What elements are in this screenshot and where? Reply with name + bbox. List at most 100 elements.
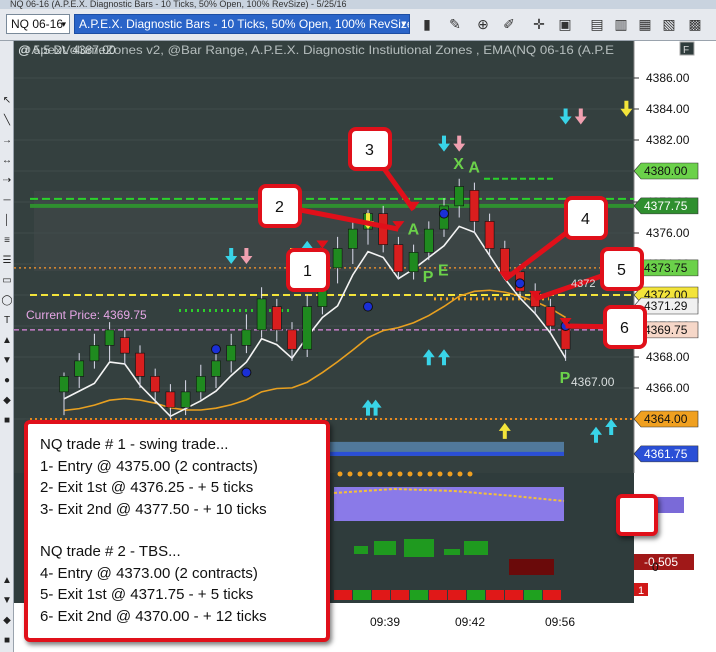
volume-dot	[387, 471, 393, 477]
bar-type-label: A.P.E.X. Diagnostic Bars - 10 Ticks, 50%…	[79, 17, 410, 31]
arrow-down-icon[interactable]: ▼	[1, 355, 13, 367]
color-bar-cell	[467, 590, 485, 600]
diamond-icon[interactable]: ◆	[1, 395, 13, 407]
x-tick-label: 09:56	[545, 615, 575, 629]
drawing-toolbar: ↖ ╲ → ↔ ⇢ ─ │ ≡ ☰ ▭ ◯ T ▲ ▼ ● ◆ ■ ▲ ▼ ◆ …	[0, 41, 14, 652]
volume-dot	[457, 471, 463, 477]
instrument-label: NQ 06-16	[11, 17, 64, 31]
trade2-exit2: 6- Exit 2nd @ 4370.00 - + 12 ticks	[40, 607, 267, 625]
candle-body	[287, 329, 297, 350]
candle-body	[196, 376, 206, 393]
entry-dot	[363, 301, 373, 312]
text-icon[interactable]: T	[1, 315, 13, 327]
toolbar: NQ 06-16 ▾ A.P.E.X. Diagnostic Bars - 10…	[0, 9, 716, 41]
color-bar-cell	[524, 590, 542, 600]
line-icon[interactable]: ╲	[1, 115, 13, 127]
bar-marker-letter: X	[453, 156, 464, 173]
volume-dot	[367, 471, 373, 477]
inline-price-label: 4372	[571, 278, 595, 290]
y-tick-label: 4368.00	[646, 350, 690, 364]
vertical-line-icon[interactable]: │	[1, 215, 13, 227]
arrow-up-green-icon[interactable]: ▲	[1, 575, 13, 587]
candle-body	[469, 190, 480, 222]
callout-number: 4	[581, 211, 590, 228]
candle-body	[241, 329, 252, 346]
trade2-entry: 4- Entry @ 4373.00 (2 contracts)	[40, 564, 258, 582]
candle-body	[135, 352, 145, 377]
ray-icon[interactable]: →	[1, 135, 13, 147]
arrow-down-red-icon[interactable]: ▼	[1, 595, 13, 607]
price-tag-label: 4380.00	[644, 164, 688, 178]
candle-body	[89, 345, 100, 362]
volume-dot	[337, 471, 343, 477]
extended-line-icon[interactable]: ↔	[1, 155, 13, 167]
crosshair-icon[interactable]: ✛	[530, 15, 548, 33]
rectangle-icon[interactable]: ▭	[1, 275, 13, 287]
volume-dot	[377, 471, 383, 477]
data-box-icon[interactable]: ▥	[612, 15, 630, 33]
trend-channel-icon[interactable]: ≡	[1, 235, 13, 247]
candle-body	[499, 248, 510, 273]
trade1-exit2: 3- Exit 2nd @ 4377.50 - + 10 ticks	[40, 500, 267, 518]
volume-area	[334, 487, 564, 521]
diamond-black-icon[interactable]: ◆	[1, 615, 13, 627]
pencil-icon[interactable]: ✎	[446, 15, 464, 33]
pointer-icon[interactable]: ↖	[1, 95, 13, 107]
color-bar-cell	[543, 590, 561, 600]
osc-tag-label: -0.505	[644, 555, 678, 569]
blank-callout-box	[616, 494, 658, 536]
candle-body	[104, 329, 115, 346]
callout-number: 6	[620, 320, 629, 337]
chevron-down-icon: ▾	[61, 19, 66, 29]
volume-dot	[347, 471, 353, 477]
dot-icon[interactable]: ●	[1, 375, 13, 387]
candle-body	[150, 376, 160, 393]
candle-body	[545, 306, 556, 327]
indicators-icon[interactable]: ▦	[636, 15, 654, 33]
horizontal-line-icon[interactable]: ─	[1, 195, 13, 207]
color-bar-cell	[372, 590, 390, 600]
zoom-icon[interactable]: ⊕	[474, 15, 492, 33]
volume-dot	[417, 471, 423, 477]
volume-dot	[427, 471, 433, 477]
brush-icon[interactable]: ✐	[500, 15, 518, 33]
trade2-exit1: 5- Exit 1st @ 4371.75 - + 5 ticks	[40, 586, 254, 603]
candle-body	[74, 360, 85, 377]
window-box-label: F	[683, 45, 689, 56]
candle-body	[454, 186, 465, 207]
color-bar-cell	[448, 590, 466, 600]
y-tick-label: 4384.00	[646, 102, 690, 116]
square-black-icon[interactable]: ■	[1, 635, 13, 647]
chart-trader-icon[interactable]: ▤	[588, 15, 606, 33]
strategies-icon[interactable]: ▧	[660, 15, 678, 33]
bar-marker-letter: P	[423, 269, 434, 286]
price-tag-label: 4361.75	[644, 447, 688, 461]
osc-bar-green	[444, 549, 460, 555]
current-price-label: Current Price: 4369.75	[26, 308, 147, 322]
candle-body	[302, 306, 313, 350]
osc-bar-green	[464, 541, 488, 555]
instrument-select[interactable]: NQ 06-16 ▾	[6, 14, 70, 34]
arrow-up-icon[interactable]: ▲	[1, 335, 13, 347]
price-tag-label: 4369.75	[644, 323, 688, 337]
bar-marker-letter: E	[438, 263, 449, 280]
candle-body	[211, 360, 221, 377]
volume-dot	[437, 471, 443, 477]
price-tag-label: 4371.29	[644, 299, 688, 313]
properties-icon[interactable]: ▣	[556, 15, 574, 33]
inline-price-label: 4367.00	[571, 375, 615, 389]
osc-bar-red	[509, 559, 554, 575]
price-tag-label: 4373.75	[644, 261, 688, 275]
bar-type-select[interactable]: A.P.E.X. Diagnostic Bars - 10 Ticks, 50%…	[74, 14, 410, 34]
square-icon[interactable]: ■	[1, 415, 13, 427]
arrow-line-icon[interactable]: ⇢	[1, 175, 13, 187]
grid-icon[interactable]: ▩	[686, 15, 704, 33]
fibonacci-icon[interactable]: ☰	[1, 255, 13, 267]
ellipse-icon[interactable]: ◯	[1, 295, 13, 307]
bar-style-icon[interactable]: ▮	[418, 15, 436, 33]
trade2-title: NQ trade # 2 - TBS...	[40, 543, 181, 560]
trade1-title: NQ trade # 1 - swing trade...	[40, 436, 229, 453]
callout-number: 3	[365, 142, 374, 159]
volume-dot	[397, 471, 403, 477]
